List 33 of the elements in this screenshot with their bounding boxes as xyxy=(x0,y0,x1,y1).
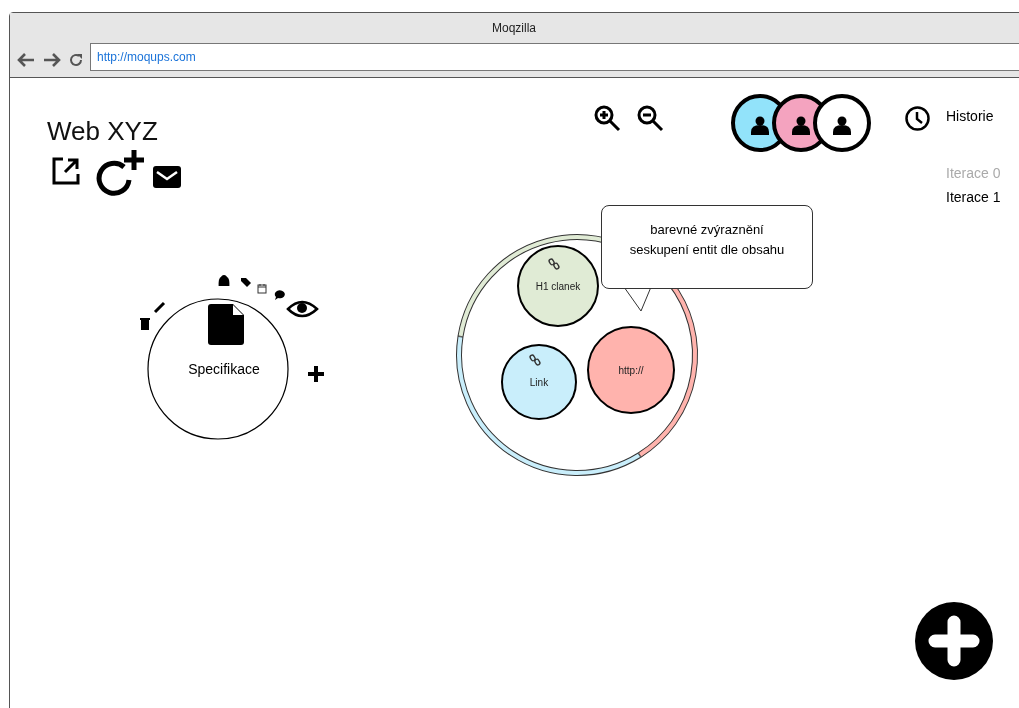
history-link[interactable]: Historie xyxy=(946,108,994,124)
iteration-item[interactable]: Iterace 1 xyxy=(946,189,1001,205)
clock-icon[interactable] xyxy=(904,105,931,132)
node-label: http:// xyxy=(618,365,644,376)
forward-icon[interactable] xyxy=(42,52,62,68)
add-icon[interactable] xyxy=(306,364,326,384)
add-button-icon[interactable] xyxy=(915,602,993,680)
entity-circle[interactable] xyxy=(147,298,289,440)
address-field[interactable]: http://moqups.com xyxy=(90,43,1019,71)
project-title: Web XYZ xyxy=(47,116,158,147)
eye-icon[interactable] xyxy=(286,300,319,318)
entity-node[interactable] xyxy=(501,344,577,420)
add-cycle-icon[interactable] xyxy=(96,148,144,198)
entity-node[interactable] xyxy=(587,326,675,414)
trash-icon[interactable] xyxy=(140,318,150,330)
mail-icon[interactable] xyxy=(153,166,181,188)
window-title: Moqzilla xyxy=(492,21,536,35)
zoom-in-icon[interactable] xyxy=(594,105,622,133)
entity-label: Specifikace xyxy=(188,361,260,377)
tag-icon[interactable] xyxy=(241,278,251,287)
reload-icon[interactable] xyxy=(68,52,84,68)
comment-icon[interactable] xyxy=(274,290,285,300)
person-icon[interactable] xyxy=(218,274,230,286)
node-label: Link xyxy=(529,377,549,388)
zoom-out-icon[interactable] xyxy=(637,105,665,133)
document-icon xyxy=(208,304,244,345)
back-icon[interactable] xyxy=(16,52,36,68)
node-label: H1 clanek xyxy=(535,281,581,292)
calendar-icon[interactable] xyxy=(257,283,267,294)
tooltip: barevné zvýraznění seskupení entit dle obsahu xyxy=(601,205,813,289)
external-link-icon[interactable] xyxy=(51,156,81,186)
entity-node[interactable] xyxy=(517,245,599,327)
pencil-icon[interactable] xyxy=(153,301,166,314)
